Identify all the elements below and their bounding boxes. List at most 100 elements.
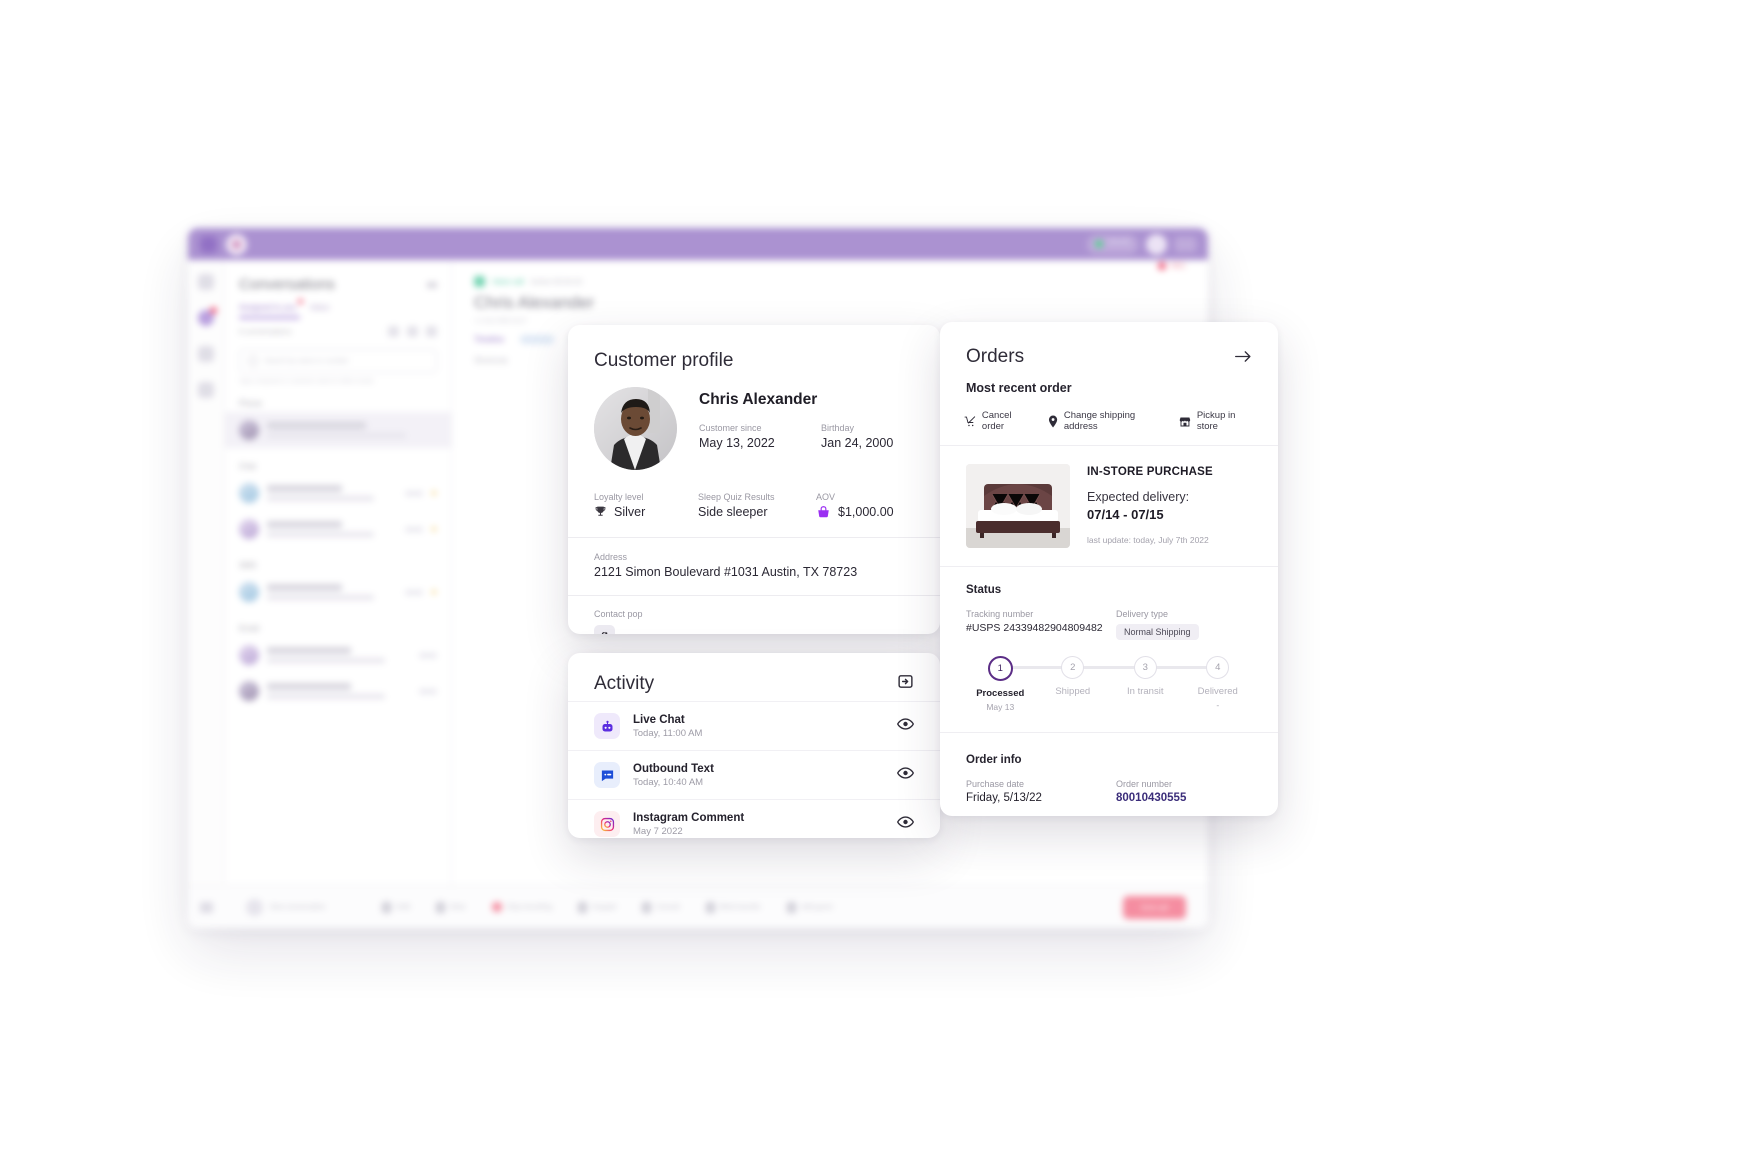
avatar [239, 519, 259, 539]
customer-since-label: Customer since [699, 423, 762, 433]
order-number-label: Order number [1116, 779, 1173, 789]
conversation-list-panel: Conversations Assigned to you Inbox 6 co… [225, 260, 452, 928]
activity-card: Activity Live Chat Today, 11:00 AM Outbo… [568, 653, 940, 838]
sleep-quiz-label: Sleep Quiz Results [698, 492, 775, 502]
step-number: 2 [1061, 656, 1085, 679]
list-item-name [267, 521, 343, 528]
list-item[interactable] [225, 574, 451, 610]
sidebar-item-analytics[interactable] [198, 346, 214, 362]
status-fields: Tracking number #USPS 24339482904809482 … [966, 609, 1252, 640]
star-icon[interactable] [431, 490, 437, 496]
orders-card: Orders Most recent order Cancel order Ch… [940, 322, 1278, 816]
agent-status-pill[interactable]: ONLINE [1086, 234, 1138, 254]
new-conversation-button[interactable]: New conversation [246, 898, 326, 916]
star-icon[interactable] [431, 526, 437, 532]
list-item[interactable] [225, 475, 451, 511]
keypad-label: Keypad [592, 903, 616, 911]
bottombar-left [188, 885, 224, 928]
sort-icon[interactable] [407, 326, 418, 337]
list-item-time [405, 526, 423, 532]
chevron-down-icon[interactable] [427, 281, 437, 288]
agent-status-label: ONLINE [1107, 240, 1130, 247]
avatar[interactable] [1146, 233, 1167, 255]
instagram-glyph [600, 817, 614, 831]
customer-name: Chris Alexander [699, 391, 818, 408]
list-item[interactable] [225, 637, 451, 673]
stop-recording-button[interactable]: Stop recording [491, 902, 553, 912]
notification-badge-icon [297, 299, 303, 304]
order-info-body: Order info Purchase date Friday, 5/13/22… [940, 737, 1278, 804]
blind-transfer-button[interactable]: Blind transfer [705, 901, 761, 913]
search-icon [248, 356, 258, 366]
view-activity-button[interactable] [896, 815, 915, 833]
arrow-right-icon [1235, 351, 1251, 362]
apps-grid-icon[interactable] [1175, 236, 1196, 252]
list-item[interactable] [225, 673, 451, 709]
activity-name: Instagram Comment [633, 811, 745, 824]
list-item[interactable]: Outbound Text Today, 10:40 AM [568, 750, 940, 799]
change-shipping-address-button[interactable]: Change shipping address [1048, 410, 1163, 432]
stop-recording-label: Stop recording [506, 903, 553, 911]
view-activity-button[interactable] [896, 766, 915, 784]
keypad-button[interactable]: Keypad [578, 901, 616, 913]
order-number-value[interactable]: 80010430555 [1116, 792, 1252, 804]
sleep-quiz-field: Sleep Quiz Results Side sleeper [698, 492, 816, 519]
sidebar-item-contacts[interactable] [198, 382, 214, 398]
conversation-count: 6 conversations [239, 327, 292, 336]
expected-delivery-label: Expected delivery: [1087, 490, 1190, 504]
pickup-in-store-button[interactable]: Pickup in store [1179, 410, 1254, 432]
tab-timeline[interactable]: Timeline [474, 335, 504, 344]
step-shipped[interactable]: 2 Shipped [1037, 656, 1146, 700]
add-guest-label: Add guest [800, 903, 833, 911]
avatar [239, 645, 259, 665]
expand-icon[interactable] [199, 901, 213, 913]
mute-button[interactable]: Mute [436, 901, 466, 913]
cancel-order-button[interactable]: Cancel order [964, 410, 1032, 432]
step-date: May 13 [986, 702, 1015, 712]
list-item-text [267, 422, 437, 438]
order-product: IN-STORE PURCHASE Expected delivery: 07/… [940, 446, 1278, 567]
birthday-label: Birthday [821, 423, 855, 433]
activity-time: May 7 2022 [633, 825, 683, 837]
end-call-button[interactable]: End call [1123, 895, 1186, 919]
activity-time: Today, 11:00 AM [633, 727, 703, 739]
list-item[interactable] [225, 511, 451, 547]
consult-button[interactable]: Consult [641, 901, 680, 913]
instagram-icon [594, 811, 620, 837]
loyalty-value-row: Silver [594, 505, 698, 519]
group-label-phone: Phone [239, 399, 263, 408]
hold-icon [381, 901, 391, 913]
menu-icon[interactable] [200, 235, 217, 253]
add-guest-button[interactable]: Add guest [786, 901, 833, 913]
step-in-transit[interactable]: 3 In transit [1109, 656, 1218, 700]
view-activity-button[interactable] [896, 717, 915, 735]
sidebar-item-conversations[interactable] [198, 307, 217, 326]
list-item[interactable] [225, 412, 451, 448]
eye-icon [896, 767, 915, 779]
tab-cases-pill[interactable] [519, 335, 554, 344]
shopify-icon[interactable] [594, 625, 615, 634]
search-input[interactable]: Search by name or number [239, 349, 437, 373]
step-delivered[interactable]: 4 Delivered - [1182, 656, 1255, 710]
open-orders-button[interactable] [1235, 350, 1252, 368]
order-status-section: Status Tracking number #USPS 24339482904… [940, 567, 1278, 640]
list-item-preview [267, 595, 374, 600]
hold-button[interactable]: Hold [381, 901, 411, 913]
star-icon[interactable] [431, 589, 437, 595]
recording-indicator: REC [1158, 262, 1186, 270]
list-item-name [267, 485, 343, 492]
tab-inbox[interactable]: Inbox [310, 303, 330, 312]
list-item[interactable]: Live Chat Today, 11:00 AM [568, 701, 940, 750]
aov-value-row: $1,000.00 [816, 505, 914, 519]
last-update: last update: today, July 7th 2022 [1087, 535, 1209, 545]
bed-product-photo [966, 464, 1070, 548]
filter-icon[interactable] [388, 326, 399, 337]
step-processed[interactable]: 1 Processed May 13 [964, 656, 1073, 712]
more-icon[interactable] [426, 326, 437, 337]
list-item[interactable]: Instagram Comment May 7 2022 [568, 799, 940, 838]
tab-assigned-to-you[interactable]: Assigned to you [239, 299, 303, 319]
expand-activity-button[interactable] [897, 673, 914, 695]
sidebar-item-home[interactable] [198, 274, 214, 290]
customer-profile-title: Customer profile [594, 350, 734, 371]
hold-label: Hold [395, 903, 411, 911]
